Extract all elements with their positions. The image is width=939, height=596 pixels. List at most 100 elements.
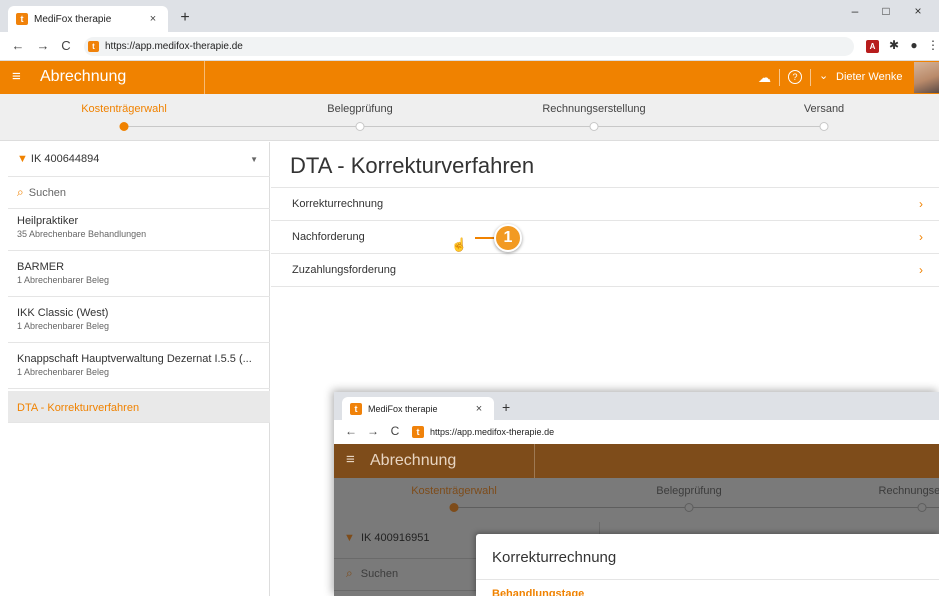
back-arrow-icon[interactable]: ← — [344, 424, 358, 438]
user-avatar[interactable] — [914, 62, 939, 93]
step-dot — [917, 503, 927, 512]
new-tab-button[interactable]: + — [502, 399, 510, 415]
callout-line — [475, 237, 495, 239]
window-close-button[interactable]: × — [906, 4, 930, 18]
header-divider — [810, 69, 811, 86]
list-item-nachforderung[interactable]: Nachforderung › — [271, 221, 939, 254]
new-tab-button[interactable]: + — [176, 9, 194, 27]
site-favicon-icon: t — [88, 41, 99, 52]
divider — [476, 579, 939, 580]
site-favicon-icon: t — [412, 426, 424, 438]
hamburger-menu-icon[interactable]: ≡ — [346, 451, 355, 468]
reload-icon[interactable]: C — [388, 424, 402, 438]
cloud-sync-icon[interactable]: ☁ — [758, 70, 771, 86]
list-item-zuzahlungsforderung[interactable]: Zuzahlungsforderung › — [271, 254, 939, 287]
chevron-down-icon: ▼ — [250, 155, 258, 164]
user-menu-button[interactable]: Dieter Wenke — [836, 71, 902, 83]
step-rechnungserstellung[interactable]: Rechnungserstellung — [542, 103, 645, 115]
forward-arrow-icon[interactable]: → — [366, 424, 380, 438]
page-title: DTA - Korrekturverfahren — [290, 153, 535, 178]
inset-ik-filter[interactable]: ▼ IK 400916951 — [344, 532, 429, 544]
filter-funnel-icon: ▼ — [17, 153, 28, 165]
sidebar-item-subtitle: 1 Abrechenbarer Beleg — [17, 321, 110, 331]
step-dot — [589, 122, 599, 131]
sidebar-item-name: BARMER — [17, 261, 65, 273]
correction-options-list: Korrekturrechnung › Nachforderung › Zuza… — [271, 187, 939, 287]
extensions-puzzle-icon[interactable]: ✱ — [886, 38, 902, 52]
stepper-line — [454, 507, 939, 508]
inset-search-placeholder: Suchen — [360, 568, 399, 580]
filter-funnel-icon: ▼ — [344, 532, 355, 544]
inset-stepper: Kostenträgerwahl Belegprüfung Rechnungse… — [334, 478, 939, 522]
browser-address-bar: ← → C t https://app.medifox-therapie.de … — [0, 32, 939, 61]
step-dot — [355, 122, 365, 131]
inset-step-belegpruefung[interactable]: Belegprüfung — [656, 485, 721, 497]
step-belegpruefung[interactable]: Belegprüfung — [327, 103, 392, 115]
sidebar-item-heilpraktiker[interactable]: Heilpraktiker 35 Abrechenbare Behandlung… — [8, 209, 270, 251]
step-dot — [819, 122, 829, 131]
sidebar-item-knappschaft[interactable]: Knappschaft Hauptverwaltung Dezernat I.5… — [8, 347, 270, 389]
inset-tab-title: MediFox therapie — [368, 403, 438, 414]
chevron-right-icon: › — [919, 197, 923, 211]
help-icon[interactable]: ? — [788, 70, 802, 84]
sidebar-item-name: IKK Classic (West) — [17, 307, 109, 319]
dialog-section-heading: Behandlungstage — [492, 588, 585, 596]
url-field[interactable]: t https://app.medifox-therapie.de — [84, 37, 854, 56]
inset-url-field[interactable]: t https://app.medifox-therapie.de — [412, 426, 554, 438]
inset-search[interactable]: ⌕ Suchen — [346, 566, 398, 581]
chevron-right-icon: › — [919, 230, 923, 244]
inset-app-title: Abrechnung — [370, 452, 457, 469]
browser-tab[interactable]: t MediFox therapie × — [8, 6, 168, 32]
header-divider — [779, 69, 780, 86]
step-kostentraegerwahl[interactable]: Kostenträgerwahl — [81, 103, 167, 115]
tab-close-icon[interactable]: × — [146, 13, 160, 25]
list-item-label: Korrekturrechnung — [292, 198, 384, 210]
sidebar-item-subtitle: 1 Abrechenbarer Beleg — [17, 275, 110, 285]
list-item-korrekturrechnung[interactable]: Korrekturrechnung › — [271, 188, 939, 221]
header-divider — [534, 444, 535, 478]
inset-step-rechnungserstellung[interactable]: Rechnungsers — [879, 485, 939, 497]
search-icon: ⌕ — [17, 185, 24, 199]
sidebar-item-subtitle: 35 Abrechenbare Behandlungen — [17, 229, 147, 239]
sidebar-item-subtitle: 1 Abrechenbarer Beleg — [17, 367, 110, 377]
pdf-extension-icon[interactable]: A — [866, 40, 879, 53]
step-dot-active — [119, 122, 129, 131]
account-icon[interactable]: ● — [906, 38, 922, 52]
reload-icon[interactable]: C — [58, 38, 74, 53]
browser-tab-bar: t MediFox therapie × + – □ × — [0, 0, 939, 32]
medifox-favicon-icon: t — [16, 13, 28, 25]
search-icon: ⌕ — [346, 566, 353, 580]
step-versand[interactable]: Versand — [804, 103, 844, 115]
hand-cursor-icon: ☝ — [451, 237, 468, 252]
ik-filter-dropdown[interactable]: ▼ IK 400644894 ▼ — [8, 142, 270, 177]
app-header: ≡ Abrechnung ☁ ? ⌄ Dieter Wenke — [0, 61, 939, 94]
inset-step-kostentraegerwahl[interactable]: Kostenträgerwahl — [411, 485, 497, 497]
payer-sidebar: ▼ IK 400644894 ▼ ⌕ Heilpraktiker 35 Abre… — [8, 142, 270, 596]
sidebar-item-ikk-classic[interactable]: IKK Classic (West) 1 Abrechenbarer Beleg — [8, 301, 270, 343]
chevron-right-icon: › — [919, 263, 923, 277]
sidebar-item-name: DTA - Korrekturverfahren — [17, 402, 140, 414]
medifox-favicon-icon: t — [350, 402, 362, 415]
inset-tab-bar: t MediFox therapie × + — [334, 392, 939, 420]
window-minimize-button[interactable]: – — [843, 4, 867, 18]
step-dot-active — [449, 503, 459, 512]
sidebar-item-name: Heilpraktiker — [17, 215, 79, 227]
tab-close-icon[interactable]: × — [472, 403, 486, 415]
inset-address-bar: ← → C t https://app.medifox-therapie.de — [334, 420, 939, 444]
forward-arrow-icon[interactable]: → — [35, 38, 51, 53]
chevron-down-icon[interactable]: ⌄ — [819, 69, 828, 82]
sidebar-item-dta-korrekturverfahren[interactable]: DTA - Korrekturverfahren — [8, 391, 270, 423]
inset-app-header: ≡ Abrechnung — [334, 444, 939, 478]
inset-browser-tab[interactable]: t MediFox therapie × — [342, 397, 494, 420]
korrekturrechnung-dialog: Korrekturrechnung Behandlungstage — [476, 534, 939, 596]
browser-menu-icon[interactable]: ⋮ — [925, 38, 939, 52]
stepper-line — [124, 126, 824, 127]
dialog-title: Korrekturrechnung — [492, 549, 617, 566]
search-input[interactable] — [28, 186, 229, 199]
header-divider — [204, 61, 205, 94]
window-maximize-button[interactable]: □ — [874, 4, 898, 18]
sidebar-item-barmer[interactable]: BARMER 1 Abrechenbarer Beleg — [8, 255, 270, 297]
hamburger-menu-icon[interactable]: ≡ — [12, 68, 21, 85]
back-arrow-icon[interactable]: ← — [10, 38, 26, 53]
sidebar-search: ⌕ — [8, 177, 270, 209]
